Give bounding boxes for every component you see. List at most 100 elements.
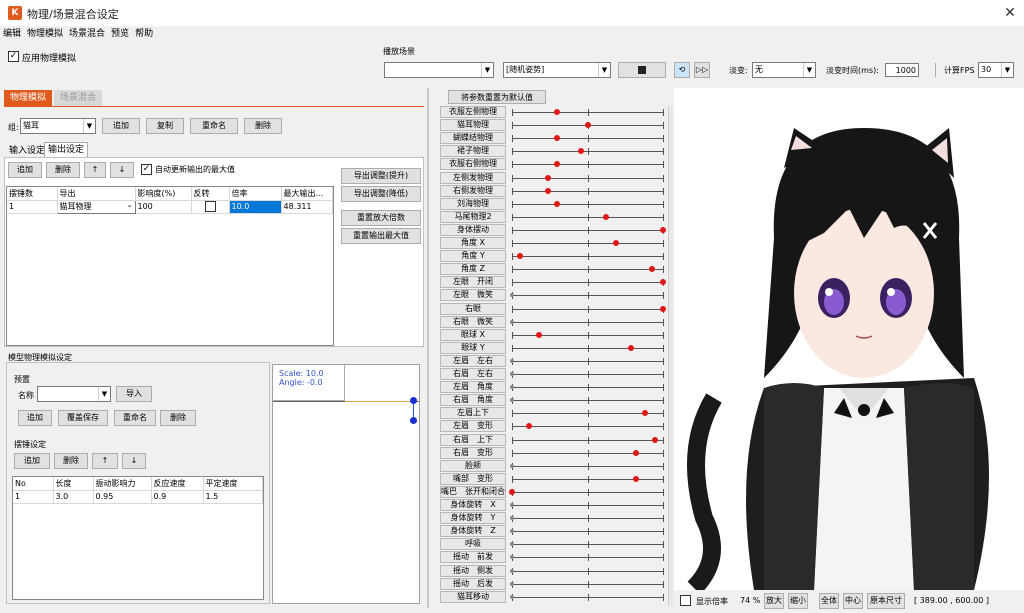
slider-knob[interactable] bbox=[510, 516, 514, 521]
param-slider[interactable] bbox=[510, 292, 664, 300]
cell-no[interactable]: 1 bbox=[13, 490, 54, 504]
slider-knob[interactable] bbox=[554, 135, 561, 142]
slider-knob[interactable] bbox=[613, 240, 620, 246]
import-button[interactable]: 导入 bbox=[116, 386, 152, 402]
slider-knob[interactable] bbox=[516, 253, 523, 260]
preset-add-button[interactable]: 追加 bbox=[18, 410, 52, 426]
cell-vibration[interactable]: 0.95 bbox=[93, 490, 152, 504]
slider-knob[interactable] bbox=[510, 581, 514, 586]
param-slider[interactable] bbox=[512, 200, 664, 208]
slider-knob[interactable] bbox=[554, 109, 561, 115]
param-slider[interactable] bbox=[512, 475, 664, 483]
output-add-button[interactable]: 追加 bbox=[8, 162, 42, 178]
fit-all-button[interactable]: 全体 bbox=[819, 593, 839, 609]
param-scrollbar[interactable] bbox=[668, 106, 673, 606]
param-slider[interactable] bbox=[512, 331, 664, 339]
slider-knob[interactable] bbox=[660, 279, 666, 286]
output-up-button[interactable]: ↑ bbox=[84, 162, 106, 178]
slider-knob[interactable] bbox=[641, 410, 648, 417]
slider-knob[interactable] bbox=[545, 187, 552, 194]
enable-physics-checkbox[interactable]: ✓ bbox=[8, 51, 19, 62]
param-slider[interactable] bbox=[510, 541, 664, 549]
model-viewport[interactable] bbox=[674, 88, 1024, 595]
slider-knob[interactable] bbox=[510, 503, 514, 507]
slider-knob[interactable] bbox=[649, 266, 656, 273]
param-slider[interactable] bbox=[512, 279, 666, 287]
slider-knob[interactable] bbox=[510, 555, 514, 560]
reset-scale-button[interactable]: 重置放大倍数 bbox=[341, 210, 421, 226]
param-slider[interactable] bbox=[510, 318, 664, 326]
menu-preview[interactable]: 预览 bbox=[108, 27, 132, 41]
zoom-out-button[interactable]: 缩小 bbox=[788, 593, 808, 609]
slider-knob[interactable] bbox=[578, 148, 585, 155]
original-size-button[interactable]: 原本尺寸 bbox=[867, 593, 905, 609]
param-slider[interactable] bbox=[510, 580, 664, 588]
show-grid-checkbox[interactable] bbox=[680, 595, 691, 606]
cell-no[interactable]: 1 bbox=[7, 200, 58, 214]
param-slider[interactable] bbox=[512, 449, 664, 457]
output-delete-button[interactable]: 删除 bbox=[46, 162, 80, 178]
preset-name-select[interactable]: ▼ bbox=[37, 386, 111, 402]
slider-knob[interactable] bbox=[525, 423, 532, 430]
zoom-in-button[interactable]: 放大 bbox=[764, 593, 784, 609]
param-slider[interactable] bbox=[512, 305, 666, 313]
param-slider[interactable] bbox=[512, 226, 666, 234]
slider-knob[interactable] bbox=[660, 226, 666, 233]
group-add-button[interactable]: 追加 bbox=[102, 118, 140, 134]
cell-invert[interactable] bbox=[191, 200, 230, 214]
export-adjust-up-button[interactable]: 导出调整(提升) bbox=[341, 168, 421, 184]
param-slider[interactable] bbox=[510, 397, 664, 405]
slider-knob[interactable] bbox=[510, 542, 514, 547]
param-slider[interactable] bbox=[510, 554, 664, 562]
slider-knob[interactable] bbox=[510, 293, 514, 298]
slider-knob[interactable] bbox=[510, 594, 514, 599]
slider-knob[interactable] bbox=[510, 358, 514, 363]
stop-button[interactable] bbox=[618, 62, 666, 78]
param-slider[interactable] bbox=[510, 515, 664, 523]
group-copy-button[interactable]: 复制 bbox=[146, 118, 184, 134]
slider-knob[interactable] bbox=[545, 174, 552, 181]
cell-reaction[interactable]: 0.9 bbox=[151, 490, 204, 504]
param-slider[interactable] bbox=[512, 436, 664, 444]
param-slider[interactable] bbox=[512, 253, 664, 261]
param-slider[interactable] bbox=[510, 371, 664, 378]
param-slider[interactable] bbox=[510, 593, 664, 601]
reset-params-button[interactable]: 将参数重置为默认值 bbox=[448, 90, 546, 104]
slider-knob[interactable] bbox=[554, 200, 561, 207]
param-slider[interactable] bbox=[512, 423, 664, 431]
slider-knob[interactable] bbox=[632, 449, 639, 456]
tab-physics[interactable]: 物理模拟 bbox=[4, 90, 52, 106]
pendulum-down-button[interactable]: ↓ bbox=[122, 453, 146, 469]
slider-knob[interactable] bbox=[628, 344, 635, 351]
cell-multiplier[interactable]: 10.0 bbox=[229, 200, 282, 214]
slider-knob[interactable] bbox=[652, 436, 659, 443]
slider-knob[interactable] bbox=[632, 475, 639, 482]
fade-time-input[interactable]: 1000 bbox=[885, 63, 919, 77]
tab-input-settings[interactable]: 输入设定 bbox=[6, 144, 48, 158]
output-down-button[interactable]: ↓ bbox=[110, 162, 134, 178]
cell-influence[interactable]: 100 bbox=[135, 200, 192, 214]
slider-knob[interactable] bbox=[510, 319, 514, 324]
loop-button[interactable]: ⟲ bbox=[674, 62, 690, 78]
param-slider[interactable] bbox=[510, 384, 664, 392]
param-slider[interactable] bbox=[512, 240, 664, 247]
pendulum-delete-button[interactable]: 删除 bbox=[54, 453, 88, 469]
scene-select[interactable]: ▼ bbox=[384, 62, 494, 78]
slider-knob[interactable] bbox=[584, 122, 591, 129]
menu-physics[interactable]: 物理模拟 bbox=[24, 27, 66, 41]
pendulum-add-button[interactable]: 追加 bbox=[14, 453, 50, 469]
slider-knob[interactable] bbox=[510, 398, 514, 403]
slider-knob[interactable] bbox=[536, 331, 543, 338]
tab-output-settings[interactable]: 输出设定 bbox=[44, 142, 89, 157]
close-icon[interactable]: ✕ bbox=[1000, 3, 1020, 23]
cell-length[interactable]: 3.0 bbox=[53, 490, 94, 504]
motion-select[interactable]: [随机姿势] ▼ bbox=[503, 62, 611, 78]
menu-help[interactable]: 帮助 bbox=[132, 27, 156, 41]
tab-scene-blend[interactable]: 场景混合 bbox=[54, 90, 102, 106]
slider-knob[interactable] bbox=[509, 488, 515, 495]
preset-overwrite-button[interactable]: 覆盖保存 bbox=[58, 410, 108, 426]
reset-max-output-button[interactable]: 重置输出最大值 bbox=[341, 228, 421, 244]
param-slider[interactable] bbox=[510, 357, 664, 365]
cell-settle[interactable]: 1.5 bbox=[203, 490, 263, 504]
param-slider[interactable] bbox=[512, 410, 664, 418]
